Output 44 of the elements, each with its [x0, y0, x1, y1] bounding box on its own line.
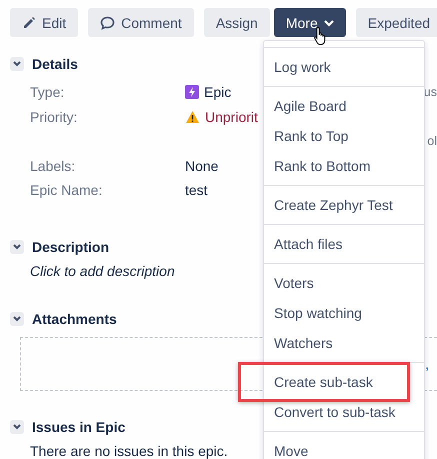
toolbar-button[interactable]: Expedited [356, 8, 437, 37]
menu-item[interactable]: Agile Board [264, 91, 424, 121]
section-title: Attachments [32, 310, 117, 326]
field-label: Epic Name: [30, 182, 104, 198]
description-placeholder[interactable]: Click to add description [30, 262, 175, 278]
field-label: Type: [30, 84, 66, 100]
field-label: Priority: [30, 108, 78, 125]
section-title: Details [32, 56, 78, 72]
field-value: Unpriorit [205, 108, 258, 125]
field-value: Epic [204, 84, 232, 100]
toolbar-button[interactable]: Edit [10, 8, 78, 37]
collapse-toggle[interactable] [10, 57, 24, 71]
menu-item[interactable]: Rank to Bottom [264, 151, 424, 181]
field-label: Labels: [30, 158, 76, 174]
menu-item[interactable]: Log work [264, 52, 424, 82]
chevron-down-icon [13, 61, 21, 67]
menu-item[interactable]: Attach files [264, 229, 424, 259]
chevron-down-icon [13, 424, 21, 430]
field-value: ol [427, 134, 437, 148]
warning-icon [185, 110, 200, 124]
collapse-toggle[interactable] [10, 420, 24, 434]
collapse-toggle[interactable] [10, 312, 24, 326]
collapse-toggle[interactable] [10, 240, 24, 254]
toolbar-button[interactable]: Comment [88, 8, 194, 37]
field-value: test [185, 182, 208, 198]
section-title: Issues in Epic [32, 418, 126, 434]
lightning-icon [185, 85, 199, 100]
menu-item[interactable]: Stop watching [264, 298, 424, 328]
empty-message: There are no issues in this epic. [30, 442, 228, 458]
menu-item[interactable]: Convert to sub-task [264, 397, 424, 427]
caret-icon [324, 18, 334, 26]
chevron-down-icon [13, 316, 21, 322]
menu-item[interactable]: Create Zephyr Test [264, 190, 424, 220]
dropdown-button[interactable]: More [274, 8, 346, 37]
section-title: Description [32, 238, 110, 254]
toolbar-button[interactable]: Assign [204, 8, 270, 37]
menu-item[interactable]: Move [264, 436, 424, 459]
menu-item[interactable]: Rank to Top [264, 121, 424, 151]
menu-item[interactable]: Voters [264, 268, 424, 298]
drop-zone-text: , [425, 356, 429, 372]
pencil-icon [22, 16, 36, 30]
field-value: None [185, 158, 218, 174]
chevron-down-icon [13, 244, 21, 250]
speech-bubble-icon [100, 16, 116, 30]
